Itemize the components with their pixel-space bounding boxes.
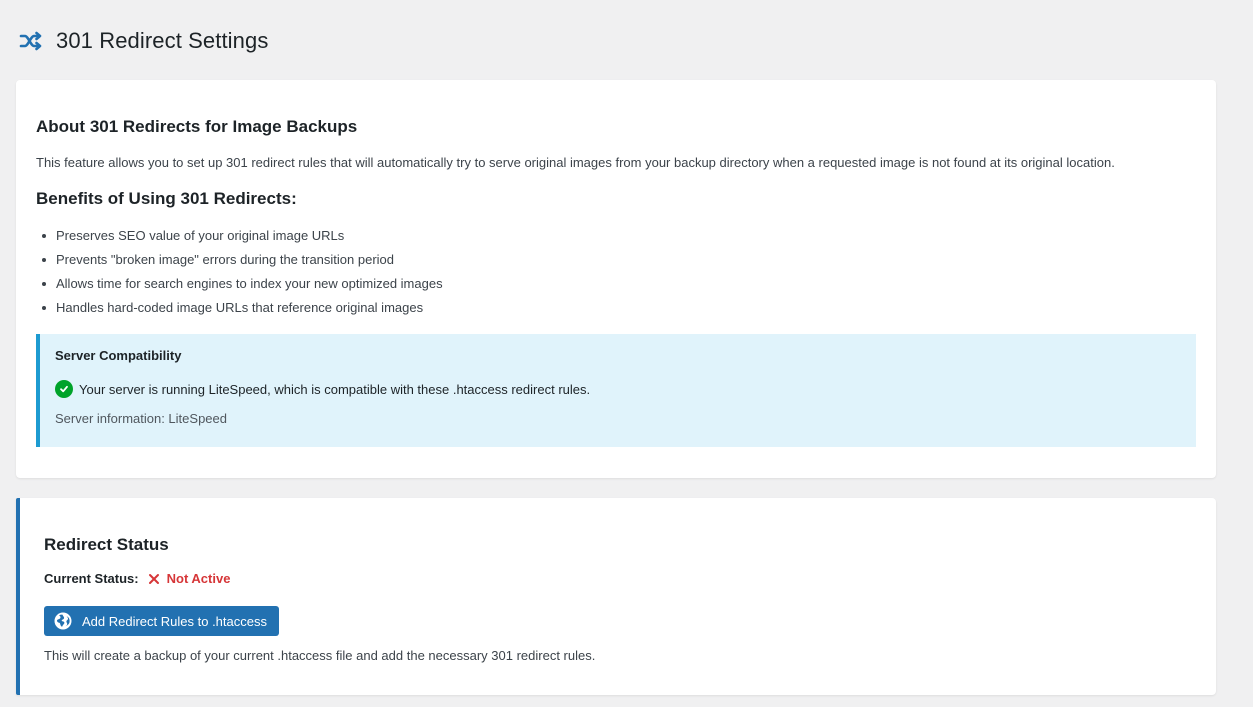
shuffle-icon xyxy=(18,28,44,54)
benefits-list: Preserves SEO value of your original ima… xyxy=(36,227,1196,317)
about-card: About 301 Redirects for Image Backups Th… xyxy=(16,80,1216,478)
server-info: Server information: LiteSpeed xyxy=(55,411,227,426)
add-redirect-rules-button[interactable]: Add Redirect Rules to .htaccess xyxy=(44,606,279,636)
benefits-heading: Benefits of Using 301 Redirects: xyxy=(36,189,297,208)
compatibility-message-row: Your server is running LiteSpeed, which … xyxy=(55,380,1181,398)
list-item: Allows time for search engines to index … xyxy=(36,275,1196,293)
x-icon xyxy=(148,573,160,585)
current-status-row: Current Status: Not Active xyxy=(44,571,1196,586)
page-header: 301 Redirect Settings xyxy=(18,28,268,54)
list-item: Preserves SEO value of your original ima… xyxy=(36,227,1196,245)
status-heading: Redirect Status xyxy=(44,535,169,554)
status-label: Current Status: xyxy=(44,571,139,586)
button-note: This will create a backup of your curren… xyxy=(44,648,596,663)
list-item: Prevents "broken image" errors during th… xyxy=(36,251,1196,269)
button-label: Add Redirect Rules to .htaccess xyxy=(82,613,267,629)
check-circle-icon xyxy=(55,380,73,398)
server-compatibility-notice: Server Compatibility Your server is runn… xyxy=(36,334,1196,447)
status-badge: Not Active xyxy=(166,571,231,586)
page-title: 301 Redirect Settings xyxy=(56,28,269,53)
globe-icon xyxy=(54,612,72,630)
compatibility-message: Your server is running LiteSpeed, which … xyxy=(79,381,591,397)
about-description: This feature allows you to set up 301 re… xyxy=(36,155,1115,170)
list-item: Handles hard-coded image URLs that refer… xyxy=(36,299,1196,317)
redirect-status-card: Redirect Status Current Status: Not Acti… xyxy=(16,498,1216,695)
about-heading: About 301 Redirects for Image Backups xyxy=(36,117,358,136)
notice-title: Server Compatibility xyxy=(55,348,182,363)
